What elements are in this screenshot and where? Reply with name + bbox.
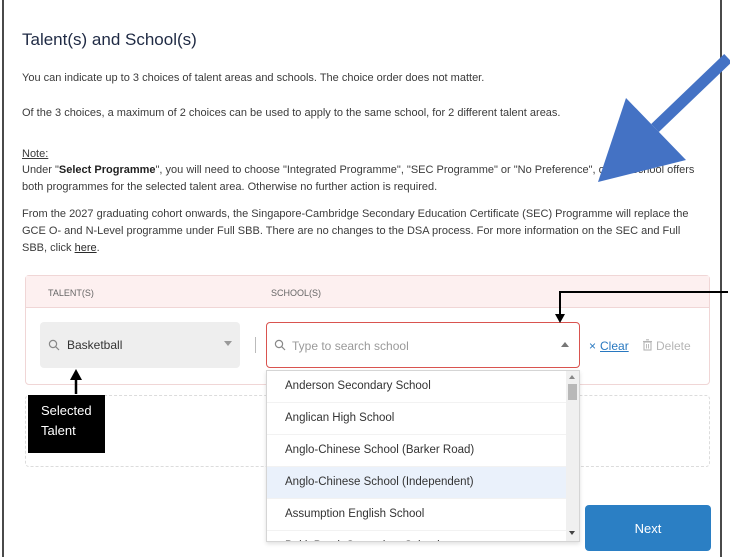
intro-text-1: You can indicate up to 3 choices of tale…: [22, 72, 485, 84]
talent-select[interactable]: Basketball: [40, 322, 240, 368]
scroll-down-icon[interactable]: [569, 531, 575, 535]
talent-column-header: TALENT(S): [48, 288, 94, 298]
school-column-header: SCHOOL(S): [271, 288, 322, 298]
school-search-placeholder: Type to search school: [292, 339, 409, 353]
note-text: Under "Select Programme", you will need …: [22, 164, 695, 193]
scroll-up-icon[interactable]: [569, 375, 575, 379]
search-icon: [48, 338, 60, 356]
chevron-down-icon: [224, 341, 232, 346]
dropdown-option[interactable]: Bukit Batok Secondary School: [267, 531, 579, 541]
dropdown-option-highlighted[interactable]: Anglo-Chinese School (Independent): [267, 467, 579, 499]
trash-icon: [643, 339, 652, 351]
talent-select-value: Basketball: [67, 338, 123, 352]
table-header: TALENT(S) SCHOOL(S): [26, 276, 709, 308]
next-button[interactable]: Next: [585, 505, 711, 551]
sec-info-link[interactable]: here: [75, 242, 97, 254]
dropdown-option[interactable]: Anglican High School: [267, 403, 579, 435]
school-search-input[interactable]: Type to search school: [266, 322, 580, 368]
close-icon: ×: [589, 339, 597, 353]
clear-button[interactable]: × Clear: [589, 339, 629, 353]
scroll-thumb[interactable]: [568, 384, 577, 400]
page-title: Talent(s) and School(s): [22, 30, 197, 49]
note-label: Note:: [22, 148, 49, 160]
sec-info-text: From the 2027 graduating cohort onwards,…: [22, 208, 689, 254]
intro-text-2: Of the 3 choices, a maximum of 2 choices…: [22, 107, 561, 119]
chevron-up-icon: [561, 342, 569, 347]
selected-talent-callout: Selected Talent: [28, 395, 105, 453]
dropdown-option[interactable]: Assumption English School: [267, 499, 579, 531]
dropdown-option[interactable]: Anglo-Chinese School (Barker Road): [267, 435, 579, 467]
delete-button[interactable]: Delete: [642, 339, 691, 353]
note-bold: Select Programme: [58, 164, 156, 176]
divider: [255, 337, 256, 353]
search-icon: [274, 338, 286, 356]
school-dropdown-list[interactable]: Anderson Secondary School Anglican High …: [266, 370, 580, 542]
dropdown-option[interactable]: Anderson Secondary School: [267, 371, 579, 403]
dropdown-scrollbar[interactable]: [566, 371, 579, 541]
